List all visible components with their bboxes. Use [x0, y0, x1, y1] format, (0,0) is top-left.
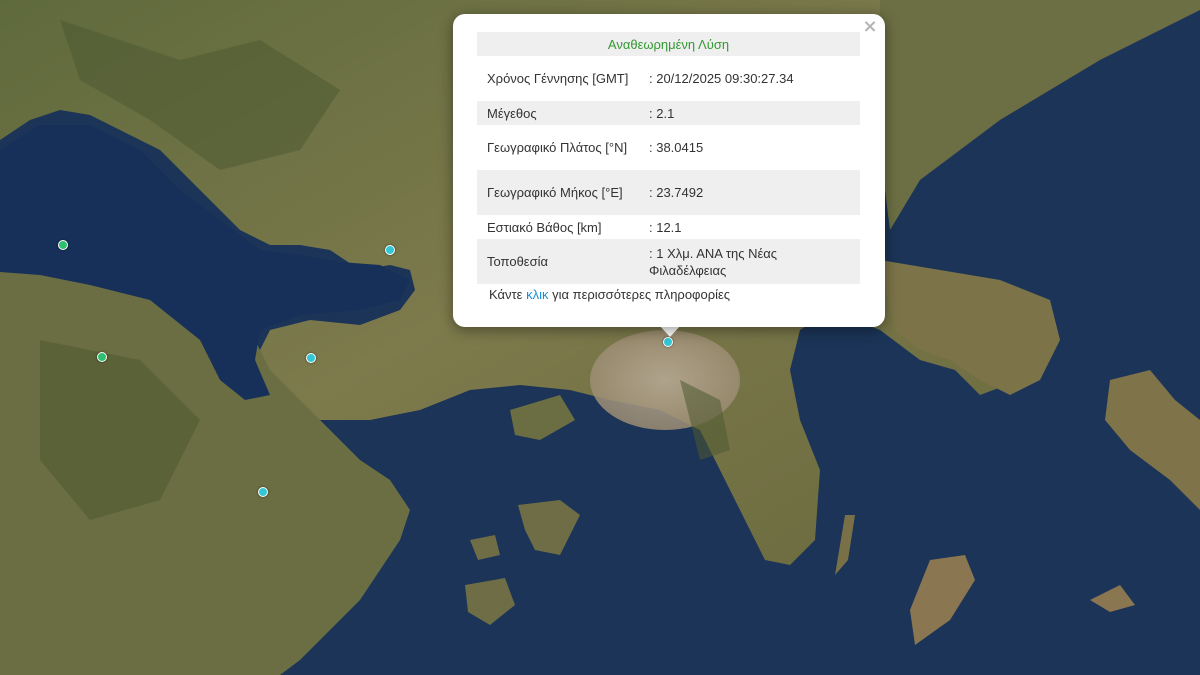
row-value-origin-time: : 20/12/2025 09:30:27.34 [649, 71, 794, 86]
popup-title: Αναθεωρημένη Λύση [477, 32, 860, 56]
earthquake-marker[interactable] [258, 487, 268, 497]
row-label-longitude: Γεωγραφικό Μήκος [°E] [477, 170, 643, 215]
footer-prefix: Κάντε [489, 287, 527, 302]
earthquake-marker-older[interactable] [58, 240, 68, 250]
earthquake-marker[interactable] [306, 353, 316, 363]
footer-suffix: για περισσότερες πληροφορίες [548, 287, 731, 302]
more-info-link[interactable]: κλικ [526, 287, 548, 302]
earthquake-popup: × Αναθεωρημένη Λύση Χρόνος Γέννησης [GMT… [453, 14, 885, 327]
close-icon[interactable]: × [861, 18, 879, 36]
earthquake-details-table: Αναθεωρημένη Λύση Χρόνος Γέννησης [GMT] … [477, 32, 860, 284]
row-value-longitude: : 23.7492 [643, 170, 860, 215]
row-label-location: Τοποθεσία [477, 239, 643, 284]
earthquake-marker-older[interactable] [97, 352, 107, 362]
earthquake-marker-selected[interactable] [663, 337, 673, 347]
row-value-latitude: : 38.0415 [649, 140, 704, 155]
row-value-location: : 1 Χλμ. ΑΝΑ της Νέας Φιλαδέλφειας [643, 239, 860, 284]
row-label-latitude: Γεωγραφικό Πλάτος [°N] [487, 140, 628, 155]
row-value-depth: : 12.1 [649, 219, 682, 235]
row-label-magnitude: Μέγεθος [477, 101, 643, 125]
row-label-depth: Εστιακό Βάθος [km] [487, 219, 602, 235]
popup-footer: Κάντε κλικ για περισσότερες πληροφορίες [477, 287, 860, 302]
earthquake-marker[interactable] [385, 245, 395, 255]
row-label-origin-time: Χρόνος Γέννησης [GMT] [487, 71, 629, 86]
row-value-magnitude: : 2.1 [643, 101, 860, 125]
